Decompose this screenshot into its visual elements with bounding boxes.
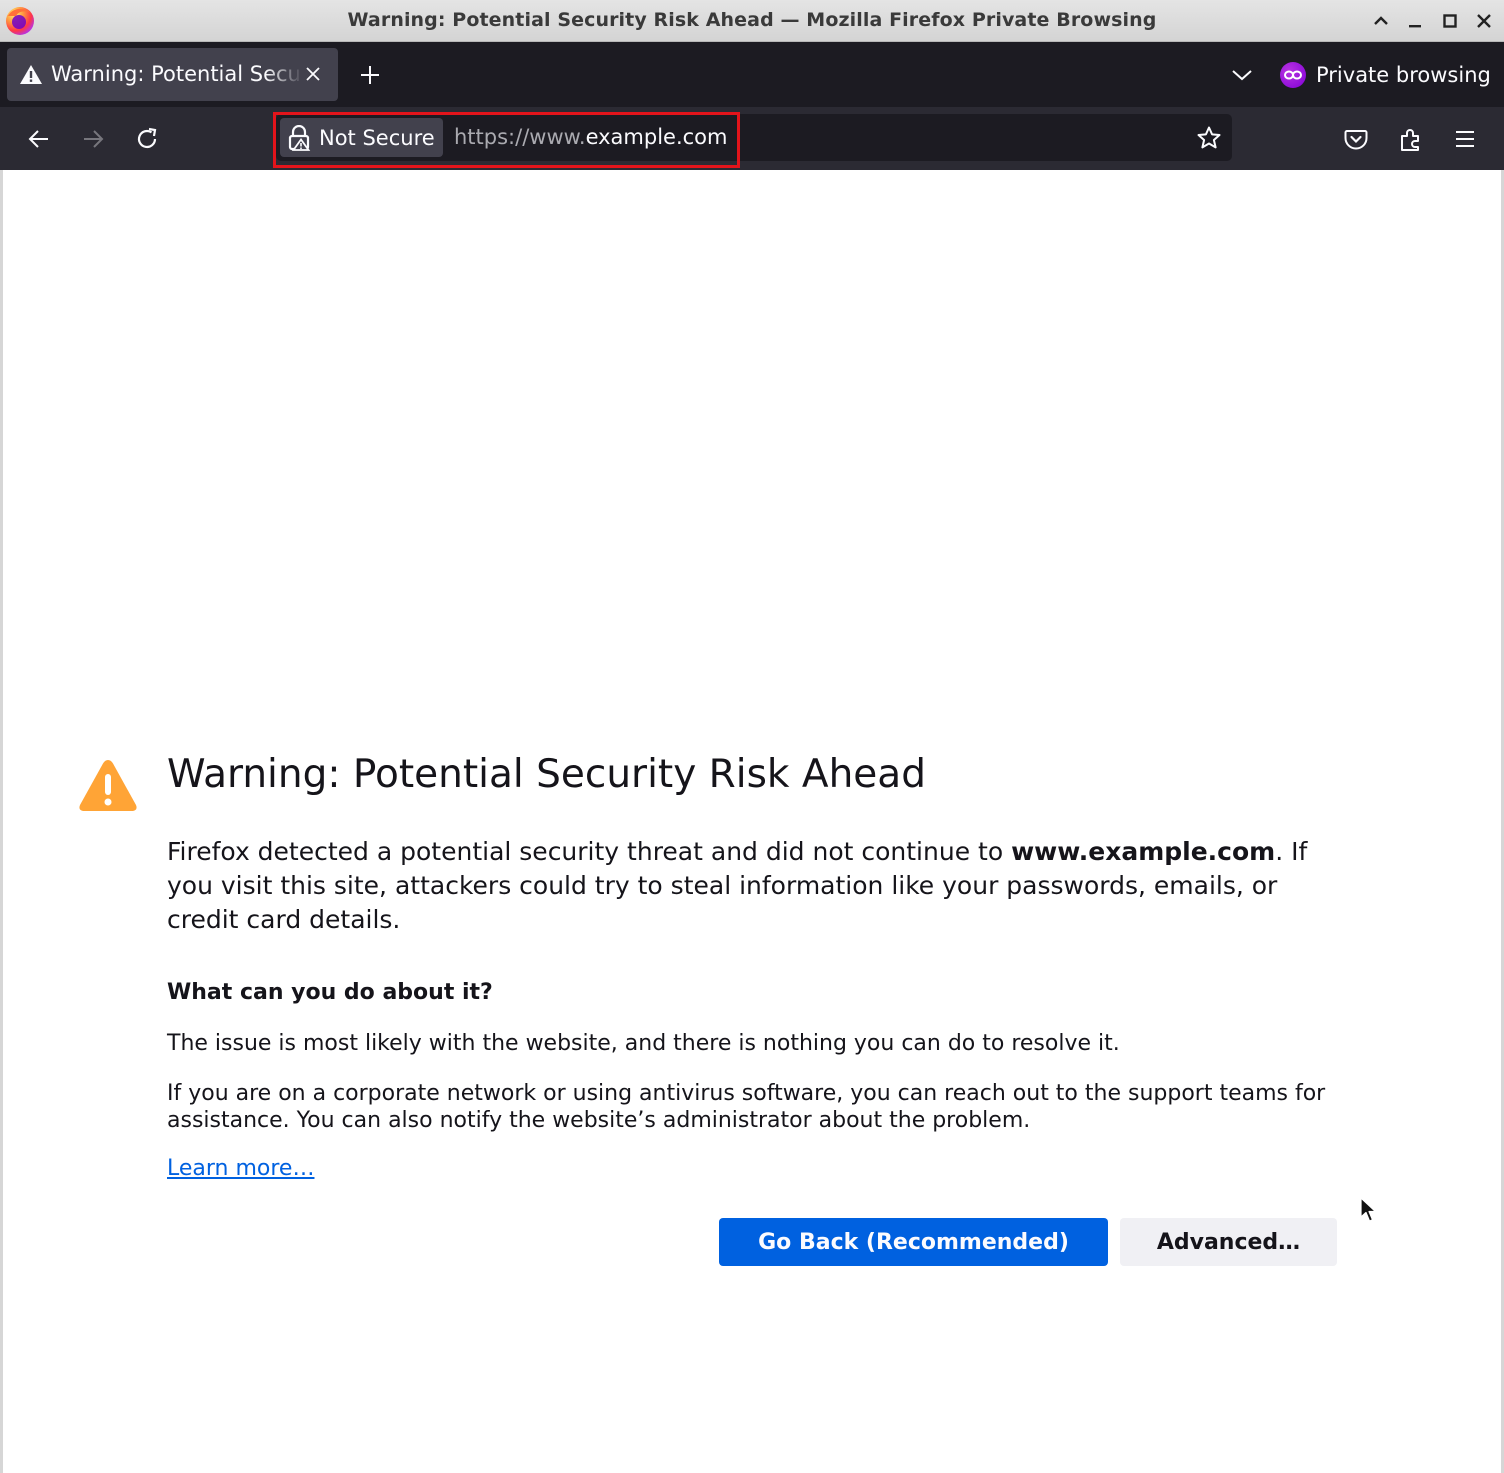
window-minimize-icon[interactable] <box>1402 8 1428 34</box>
tab-security-warning[interactable]: Warning: Potential Security Risk Ahead <box>7 48 338 101</box>
warning-icon <box>19 63 43 87</box>
navigation-toolbar: Not Secure https://www.example.com <box>0 107 1504 170</box>
learn-more-link[interactable]: Learn more… <box>167 1156 314 1181</box>
forward-arrow-icon[interactable] <box>77 123 109 155</box>
page-content: Warning: Potential Security Risk Ahead F… <box>3 170 1501 1473</box>
window-maximize-icon[interactable] <box>1437 8 1463 34</box>
private-browsing-mask-icon <box>1280 62 1306 88</box>
tab-strip: Warning: Potential Security Risk Ahead P… <box>0 42 1504 107</box>
url-input[interactable]: https://www.example.com <box>454 125 727 149</box>
app-menu-hamburger-icon[interactable] <box>1449 123 1481 155</box>
url-bar[interactable]: Not Secure https://www.example.com <box>276 114 1232 161</box>
extensions-puzzle-icon[interactable] <box>1395 123 1427 155</box>
private-browsing-indicator: Private browsing <box>1280 60 1491 90</box>
issue-explanation: The issue is most likely with the websit… <box>167 1031 1120 1056</box>
reload-icon[interactable] <box>131 123 163 155</box>
mouse-pointer-icon <box>1360 1197 1378 1223</box>
private-browsing-label: Private browsing <box>1316 63 1491 87</box>
corporate-network-explanation: If you are on a corporate network or usi… <box>167 1081 1326 1133</box>
go-back-button[interactable]: Go Back (Recommended) <box>719 1218 1108 1266</box>
window-titlebar: Warning: Potential Security Risk Ahead —… <box>0 0 1504 42</box>
insecure-lock-icon <box>287 124 311 151</box>
tab-title: Warning: Potential Security Risk Ahead <box>51 62 303 86</box>
error-title: Warning: Potential Security Risk Ahead <box>167 752 926 797</box>
warning-triangle-icon <box>77 756 139 814</box>
what-can-you-do-heading: What can you do about it? <box>167 980 493 1005</box>
url-prefix: https://www. <box>454 125 586 149</box>
window-close-icon[interactable] <box>1471 8 1497 34</box>
url-host: example.com <box>585 125 728 149</box>
site-identity-button[interactable]: Not Secure <box>280 118 443 157</box>
bookmark-star-icon[interactable] <box>1195 124 1223 152</box>
window-shade-icon[interactable] <box>1368 8 1394 34</box>
intro-host: www.example.com <box>1011 837 1276 866</box>
new-tab-plus-icon[interactable] <box>354 59 386 91</box>
error-intro: Firefox detected a potential security th… <box>167 835 1327 937</box>
intro-text-before: Firefox detected a potential security th… <box>167 837 1012 866</box>
back-arrow-icon[interactable] <box>23 123 55 155</box>
advanced-button[interactable]: Advanced… <box>1120 1218 1337 1266</box>
close-tab-icon[interactable] <box>302 63 324 85</box>
connection-status-label: Not Secure <box>319 125 435 150</box>
window-title: Warning: Potential Security Risk Ahead —… <box>347 9 1157 31</box>
pocket-icon[interactable] <box>1340 123 1372 155</box>
list-all-tabs-chevron-down-icon[interactable] <box>1226 60 1258 90</box>
